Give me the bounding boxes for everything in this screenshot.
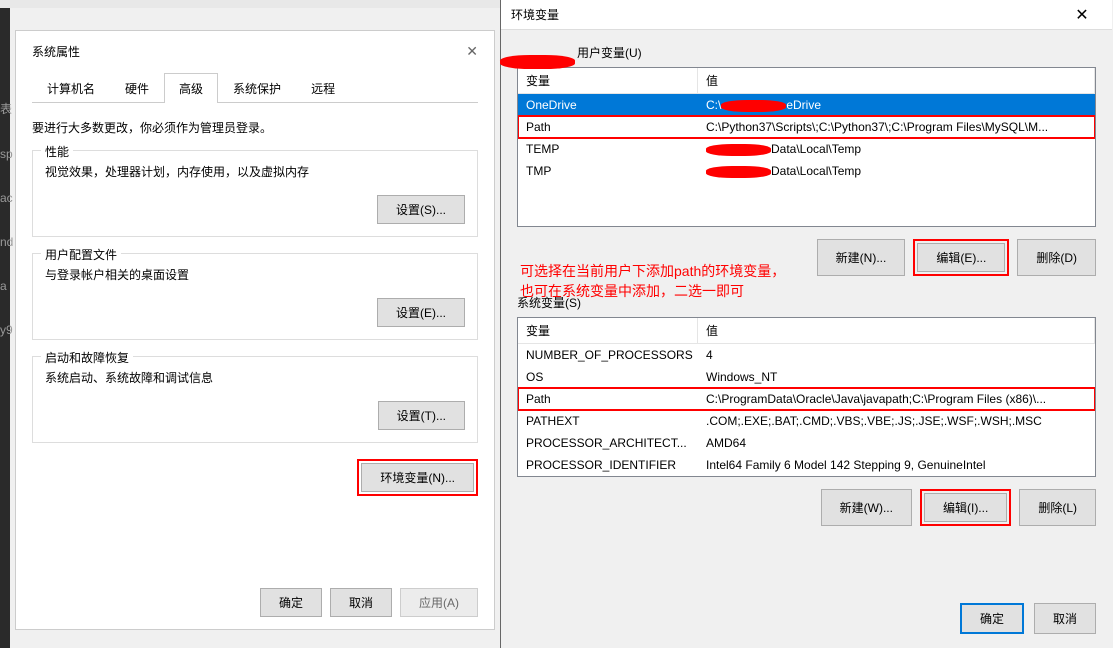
fieldset-content: 视觉效果，处理器计划，内存使用，以及虚拟内存 (45, 163, 465, 183)
table-row[interactable]: TEMPData\Local\Temp (518, 138, 1095, 160)
table-row[interactable]: OSWindows_NT (518, 366, 1095, 388)
apply-button[interactable]: 应用(A) (400, 588, 478, 617)
table-row[interactable]: PROCESSOR_IDENTIFIERIntel64 Family 6 Mod… (518, 454, 1095, 476)
col-header-val[interactable]: 值 (698, 68, 1095, 93)
close-icon[interactable]: ✕ (1062, 5, 1102, 25)
settings-button[interactable]: 设置(E)... (377, 298, 465, 327)
env-cancel-button[interactable]: 取消 (1034, 603, 1096, 634)
table-row[interactable]: PROCESSOR_ARCHITECT...AMD64 (518, 432, 1095, 454)
table-row[interactable]: PATHEXT.COM;.EXE;.BAT;.CMD;.VBS;.VBE;.JS… (518, 410, 1095, 432)
sys-new-button[interactable]: 新建(W)... (821, 489, 912, 526)
tab-3[interactable]: 系统保护 (218, 73, 296, 103)
col-header-var[interactable]: 变量 (518, 68, 698, 93)
settings-button[interactable]: 设置(S)... (377, 195, 465, 224)
fieldset-content: 系统启动、系统故障和调试信息 (45, 369, 465, 389)
tab-4[interactable]: 远程 (296, 73, 350, 103)
user-new-button[interactable]: 新建(N)... (817, 239, 906, 276)
table-row[interactable]: PROCESSOR_LEVEL6 (518, 476, 1095, 477)
env-vars-dialog: 环境变量 ✕ 用户变量(U) 变量 值 OneDriveC:\eDrivePat… (500, 0, 1112, 648)
admin-desc: 要进行大多数更改，你必须作为管理员登录。 (32, 119, 478, 136)
system-properties-dialog: 系统属性 ✕ 计算机名硬件高级系统保护远程 要进行大多数更改，你必须作为管理员登… (15, 30, 495, 630)
user-delete-button[interactable]: 删除(D) (1017, 239, 1096, 276)
user-vars-label: 用户变量(U) (577, 46, 642, 60)
fieldset-content: 与登录帐户相关的桌面设置 (45, 266, 465, 286)
env-ok-button[interactable]: 确定 (960, 603, 1024, 634)
close-icon[interactable]: ✕ (466, 43, 478, 60)
table-row[interactable]: TMPData\Local\Temp (518, 160, 1095, 182)
env-dialog-title: 环境变量 (511, 6, 559, 23)
table-row[interactable]: PathC:\ProgramData\Oracle\Java\javapath;… (518, 388, 1095, 410)
sys-delete-button[interactable]: 删除(L) (1019, 489, 1096, 526)
fieldset-2: 启动和故障恢复 系统启动、系统故障和调试信息 设置(T)... (32, 356, 478, 443)
legend: 用户配置文件 (41, 246, 121, 263)
dialog-title: 系统属性 (32, 43, 80, 60)
sys-vars-table[interactable]: 变量 值 NUMBER_OF_PROCESSORS4OSWindows_NTPa… (517, 317, 1096, 477)
env-vars-button[interactable]: 环境变量(N)... (361, 463, 474, 492)
tabs: 计算机名硬件高级系统保护远程 (32, 72, 478, 103)
ok-button[interactable]: 确定 (260, 588, 322, 617)
legend: 启动和故障恢复 (41, 349, 133, 366)
sys-edit-button[interactable]: 编辑(I)... (924, 493, 1007, 522)
legend: 性能 (41, 143, 73, 160)
red-scribble (500, 55, 575, 69)
tab-1[interactable]: 硬件 (110, 73, 164, 103)
user-vars-table[interactable]: 变量 值 OneDriveC:\eDrivePathC:\Python37\Sc… (517, 67, 1096, 227)
cancel-button[interactable]: 取消 (330, 588, 392, 617)
annotation-text: 可选择在当前用户下添加path的环境变量，也可在系统变量中添加，二选一即可 (520, 262, 820, 301)
table-row[interactable]: OneDriveC:\eDrive (518, 94, 1095, 116)
tab-0[interactable]: 计算机名 (32, 73, 110, 103)
table-row[interactable]: PathC:\Python37\Scripts\;C:\Python37\;C:… (518, 116, 1095, 138)
fieldset-0: 性能 视觉效果，处理器计划，内存使用，以及虚拟内存 设置(S)... (32, 150, 478, 237)
user-edit-button[interactable]: 编辑(E)... (917, 243, 1005, 272)
table-row[interactable]: NUMBER_OF_PROCESSORS4 (518, 344, 1095, 366)
tab-2[interactable]: 高级 (164, 73, 218, 103)
settings-button[interactable]: 设置(T)... (378, 401, 465, 430)
col-header-val[interactable]: 值 (698, 318, 1095, 343)
col-header-var[interactable]: 变量 (518, 318, 698, 343)
fieldset-1: 用户配置文件 与登录帐户相关的桌面设置 设置(E)... (32, 253, 478, 340)
